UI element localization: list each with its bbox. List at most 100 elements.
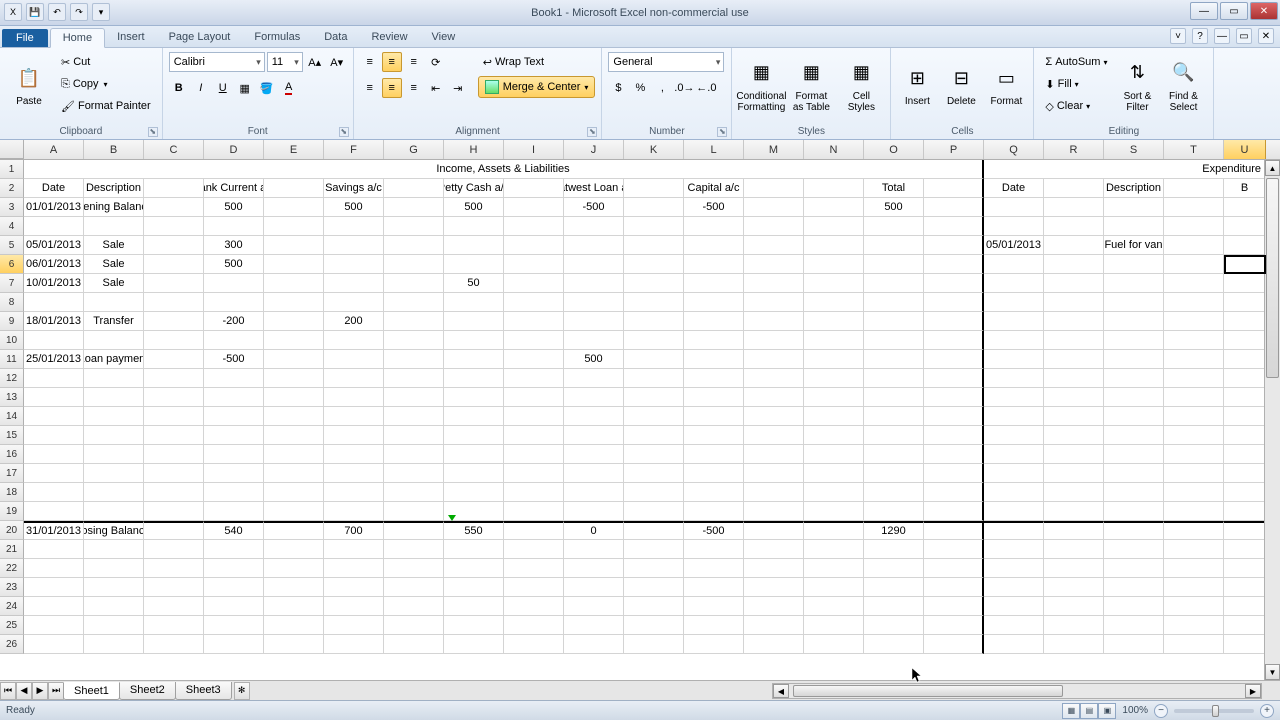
cell-G22[interactable] [384,559,444,578]
cell-H26[interactable] [444,635,504,654]
accounting-format-icon[interactable]: $ [608,78,628,98]
cell-P15[interactable] [924,426,984,445]
cell-A3[interactable]: 01/01/2013 [24,198,84,217]
cell-O13[interactable] [864,388,924,407]
page-break-view-icon[interactable]: ▣ [1098,703,1116,719]
tab-formulas[interactable]: Formulas [242,28,312,47]
cell-A24[interactable] [24,597,84,616]
cell-E12[interactable] [264,369,324,388]
cell-C2[interactable] [144,179,204,198]
cell-L2[interactable]: Capital a/c [684,179,744,198]
cell-G20[interactable] [384,521,444,540]
cut-button[interactable]: ✂Cut [56,52,156,72]
cell-D2[interactable]: Bank Current a/c [204,179,264,198]
cell-N3[interactable] [804,198,864,217]
cell-T13[interactable] [1164,388,1224,407]
cell-R16[interactable] [1044,445,1104,464]
percent-format-icon[interactable]: % [630,78,650,98]
cell-T10[interactable] [1164,331,1224,350]
cell-B13[interactable] [84,388,144,407]
cell-C7[interactable] [144,274,204,293]
col-header-Q[interactable]: Q [984,140,1044,159]
row-header-7[interactable]: 7 [0,274,24,293]
cell-O3[interactable]: 500 [864,198,924,217]
cell-C17[interactable] [144,464,204,483]
cell-T19[interactable] [1164,502,1224,521]
cell-O26[interactable] [864,635,924,654]
row-header-4[interactable]: 4 [0,217,24,236]
cell-H14[interactable] [444,407,504,426]
cell-A22[interactable] [24,559,84,578]
cell-Q7[interactable] [984,274,1044,293]
cell-L13[interactable] [684,388,744,407]
underline-button[interactable]: U [213,78,233,98]
cell-U7[interactable] [1224,274,1266,293]
cell-E8[interactable] [264,293,324,312]
cell-O4[interactable] [864,217,924,236]
number-format-combo[interactable]: General [608,52,724,72]
cell-Q9[interactable] [984,312,1044,331]
cell-P5[interactable] [924,236,984,255]
format-as-table-button[interactable]: ▦Format as Table [788,52,834,118]
cell-C18[interactable] [144,483,204,502]
cell-S6[interactable] [1104,255,1164,274]
cell-Q16[interactable] [984,445,1044,464]
cell-A21[interactable] [24,540,84,559]
row-header-18[interactable]: 18 [0,483,24,502]
zoom-level[interactable]: 100% [1122,705,1148,716]
cell-M20[interactable] [744,521,804,540]
cell-R13[interactable] [1044,388,1104,407]
cell-E23[interactable] [264,578,324,597]
col-header-F[interactable]: F [324,140,384,159]
cell-G21[interactable] [384,540,444,559]
cell-P9[interactable] [924,312,984,331]
cell-L3[interactable]: -500 [684,198,744,217]
cell-I22[interactable] [504,559,564,578]
cell-B14[interactable] [84,407,144,426]
cell-M15[interactable] [744,426,804,445]
cell-G2[interactable] [384,179,444,198]
cell-E16[interactable] [264,445,324,464]
cell-A26[interactable] [24,635,84,654]
row-header-2[interactable]: 2 [0,179,24,198]
cell-B16[interactable] [84,445,144,464]
cell-L25[interactable] [684,616,744,635]
cell-I2[interactable] [504,179,564,198]
cell-J13[interactable] [564,388,624,407]
cell-O10[interactable] [864,331,924,350]
doc-close-icon[interactable]: ✕ [1258,28,1274,44]
cell-U20[interactable] [1224,521,1266,540]
cell-C14[interactable] [144,407,204,426]
delete-cells-button[interactable]: ⊟Delete [941,52,981,118]
clipboard-dialog-launcher[interactable]: ⬊ [148,127,158,137]
cell-M5[interactable] [744,236,804,255]
cell-T23[interactable] [1164,578,1224,597]
cell-M6[interactable] [744,255,804,274]
cell-H18[interactable] [444,483,504,502]
row-header-14[interactable]: 14 [0,407,24,426]
cell-Q18[interactable] [984,483,1044,502]
cell-R19[interactable] [1044,502,1104,521]
copy-button[interactable]: ⎘Copy▾ [56,74,156,94]
cell-J6[interactable] [564,255,624,274]
cell-E24[interactable] [264,597,324,616]
cell-M8[interactable] [744,293,804,312]
cell-Q10[interactable] [984,331,1044,350]
paste-button[interactable]: 📋 Paste [6,52,52,118]
cell-G5[interactable] [384,236,444,255]
cell-R18[interactable] [1044,483,1104,502]
cell-T6[interactable] [1164,255,1224,274]
cell-D26[interactable] [204,635,264,654]
cell-N23[interactable] [804,578,864,597]
cell-M24[interactable] [744,597,804,616]
cell-C9[interactable] [144,312,204,331]
cell-L18[interactable] [684,483,744,502]
cell-U26[interactable] [1224,635,1266,654]
cell-P2[interactable] [924,179,984,198]
cell-K6[interactable] [624,255,684,274]
cell-A4[interactable] [24,217,84,236]
cell-H11[interactable] [444,350,504,369]
cell-R20[interactable] [1044,521,1104,540]
cell-L4[interactable] [684,217,744,236]
cell-I8[interactable] [504,293,564,312]
